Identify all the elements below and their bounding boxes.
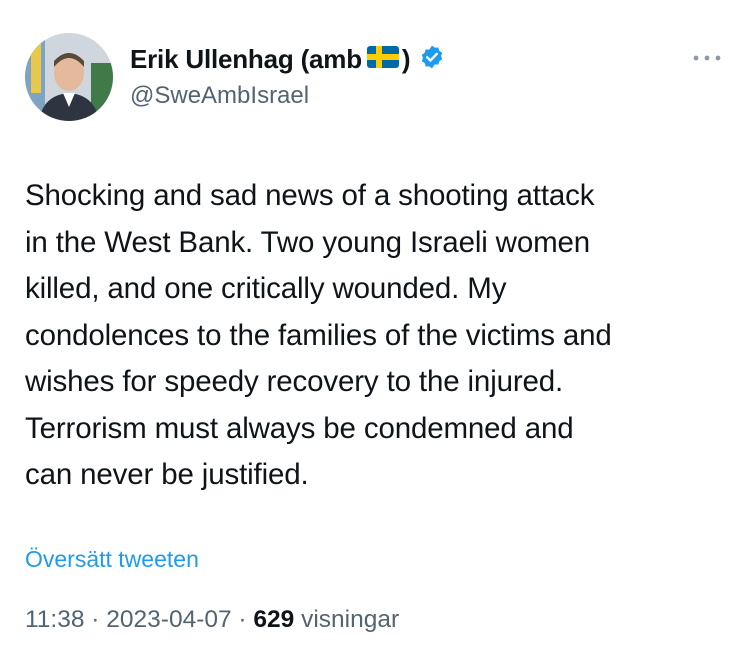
tweet-text: Shocking and sad news of a shooting atta… [25, 179, 612, 491]
avatar-photo-icon [25, 33, 113, 121]
avatar[interactable] [25, 33, 113, 121]
sweden-flag-icon [366, 46, 399, 73]
meta-separator: · [231, 606, 254, 633]
user-handle[interactable]: @SweAmbIsrael [130, 82, 309, 110]
tweet-meta: 11:38 · 2023-04-07 · 629 visningar [25, 606, 399, 634]
verified-badge-icon[interactable] [419, 44, 445, 75]
tweet-time[interactable]: 11:38 [25, 606, 85, 633]
user-name-row[interactable]: Erik Ullenhag (amb ) [130, 44, 445, 75]
views-label: visningar [294, 606, 400, 633]
views-count: 629 [253, 606, 295, 633]
tweet-card: Erik Ullenhag (amb ) @SweAmbIsrael Shock… [0, 0, 750, 660]
more-options-icon[interactable] [690, 48, 724, 68]
meta-separator: · [84, 606, 107, 633]
display-name-close: ) [401, 44, 411, 74]
translate-tweet-link[interactable]: Översätt tweeten [25, 546, 199, 573]
tweet-date[interactable]: 2023-04-07 [106, 606, 231, 633]
display-name[interactable]: Erik Ullenhag (amb [130, 44, 362, 75]
